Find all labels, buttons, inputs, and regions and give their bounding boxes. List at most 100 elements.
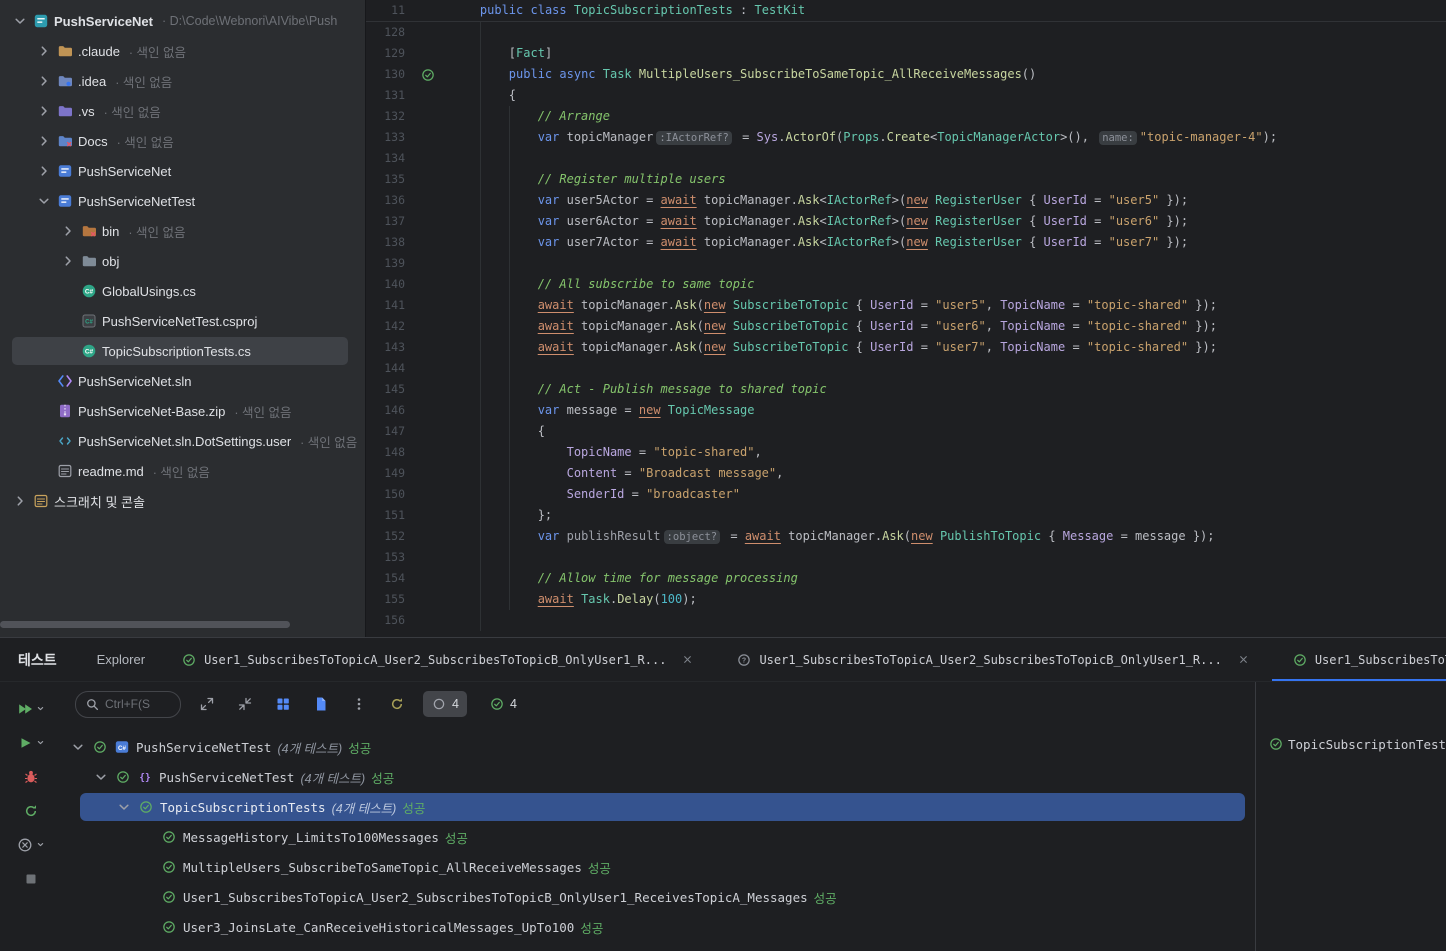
gutter [405, 85, 451, 106]
run-controls [0, 682, 62, 951]
debug-icon [23, 769, 39, 785]
code-line[interactable]: 155 await Task.Delay(100); [366, 589, 1446, 610]
test-name: PushServiceNetTest [159, 770, 294, 785]
project-tree-item[interactable]: 스크래치 및 콘솔 [0, 486, 365, 516]
project-tree-item[interactable]: PushServiceNet· D:\Code\Webnori\AIVibe\P… [0, 6, 365, 36]
test-tree-row[interactable]: User1_SubscribesToTopicA_User2_Subscribe… [62, 882, 1255, 912]
project-tree-item[interactable]: C#GlobalUsings.cs [0, 276, 365, 306]
test-search-box[interactable] [75, 691, 181, 718]
test-tree-row[interactable]: C#PushServiceNetTest(4개 테스트)성공 [62, 732, 1255, 762]
test-session-tab[interactable]: User1_SubscribesToTopicA_User2_Subscribe… [175, 638, 700, 682]
code-line[interactable]: 141 await topicManager.Ask(new Subscribe… [366, 295, 1446, 316]
project-tree-item[interactable]: .idea· 색인 없음 [0, 66, 365, 96]
project-tree-item[interactable]: C#TopicSubscriptionTests.cs [0, 336, 365, 366]
group-by-button[interactable] [271, 692, 295, 716]
code-line[interactable]: 131 { [366, 85, 1446, 106]
gutter [405, 547, 451, 568]
project-panel: PushServiceNet· D:\Code\Webnori\AIVibe\P… [0, 0, 366, 637]
code-line[interactable]: 156 [366, 610, 1446, 631]
project-tree-item[interactable]: PushServiceNet [0, 156, 365, 186]
code-line[interactable]: 142 await topicManager.Ask(new Subscribe… [366, 316, 1446, 337]
cancel-button[interactable] [17, 832, 45, 857]
collapse-all-button[interactable] [233, 692, 257, 716]
chevron-right-icon [36, 133, 52, 149]
project-tree-item[interactable]: C#PushServiceNetTest.csproj [0, 306, 365, 336]
code-line[interactable]: 144 [366, 358, 1446, 379]
close-tab-icon[interactable] [1237, 653, 1250, 666]
code-line[interactable]: 129 [Fact] [366, 43, 1446, 64]
code-line[interactable]: 154 // Allow time for message processing [366, 568, 1446, 589]
code-line[interactable]: 128 [366, 22, 1446, 43]
project-tree-item[interactable]: PushServiceNet.sln.DotSettings.user· 색인 … [0, 426, 365, 456]
project-tree-item[interactable]: readme.md· 색인 없음 [0, 456, 365, 486]
project-tree-item[interactable]: PushServiceNetTest [0, 186, 365, 216]
code-line[interactable]: 133 var topicManager:IActorRef? = Sys.Ac… [366, 127, 1446, 148]
auto-rerun-button[interactable] [385, 692, 409, 716]
project-tree-item[interactable]: PushServiceNet.sln [0, 366, 365, 396]
code-line[interactable]: 147 { [366, 421, 1446, 442]
test-tree-row[interactable]: MessageHistory_LimitsTo100Messages성공 [62, 822, 1255, 852]
run-all-button[interactable] [17, 696, 45, 721]
tab-explorer[interactable]: Explorer [97, 652, 145, 667]
code-text: }; [451, 505, 1446, 526]
code-line[interactable]: 136 var user5Actor = await topicManager.… [366, 190, 1446, 211]
stop-button[interactable] [23, 866, 39, 891]
close-tab-icon[interactable] [681, 653, 694, 666]
test-tree-row[interactable]: TopicSubscriptionTests(4개 테스트)성공 [62, 792, 1255, 822]
test-session-tab[interactable]: User1_SubscribesToTopicA_Use... [1286, 638, 1446, 682]
code-line[interactable]: 132 // Arrange [366, 106, 1446, 127]
filter-passed-chip[interactable]: 4 [481, 691, 525, 717]
project-tree-item[interactable]: .claude· 색인 없음 [0, 36, 365, 66]
more-options-button[interactable] [347, 692, 371, 716]
project-tree-item[interactable]: .vs· 색인 없음 [0, 96, 365, 126]
gutter [405, 442, 451, 463]
line-number: 150 [366, 484, 405, 505]
code-line[interactable]: 143 await topicManager.Ask(new Subscribe… [366, 337, 1446, 358]
filter-total-chip[interactable]: 4 [423, 691, 467, 717]
code-line[interactable]: 130 public async Task MultipleUsers_Subs… [366, 64, 1446, 85]
code-line[interactable]: 138 var user7Actor = await topicManager.… [366, 232, 1446, 253]
item-label: bin [102, 224, 119, 239]
folder-docs-icon [57, 133, 73, 149]
code-line[interactable]: 153 [366, 547, 1446, 568]
debug-button[interactable] [23, 764, 39, 789]
tab-label: User1_SubscribesToTopicA_User2_Subscribe… [759, 653, 1221, 667]
project-tree-item[interactable]: PushServiceNet-Base.zip· 색인 없음 [0, 396, 365, 426]
code-line[interactable]: 137 var user6Actor = await topicManager.… [366, 211, 1446, 232]
run-button[interactable] [17, 730, 45, 755]
code-line[interactable]: 152 var publishResult:object? = await to… [366, 526, 1446, 547]
project-cs-icon: C# [114, 739, 130, 755]
code-line[interactable]: 11 public class TopicSubscriptionTests :… [366, 0, 1446, 21]
export-button[interactable] [309, 692, 333, 716]
test-session-tab[interactable]: ?User1_SubscribesToTopicA_User2_Subscrib… [730, 638, 1255, 682]
code-line[interactable]: 150 SenderId = "broadcaster" [366, 484, 1446, 505]
code-line[interactable]: 145 // Act - Publish message to shared t… [366, 379, 1446, 400]
code-line[interactable]: 151 }; [366, 505, 1446, 526]
gutter [405, 127, 451, 148]
horizontal-scrollbar-thumb[interactable] [0, 621, 290, 628]
code-line[interactable]: 139 [366, 253, 1446, 274]
test-tree-row[interactable]: User3_JoinsLate_CanReceiveHistoricalMess… [62, 912, 1255, 942]
test-tree-row[interactable]: {}PushServiceNetTest(4개 테스트)성공 [62, 762, 1255, 792]
rerun-button[interactable] [23, 798, 39, 823]
code-line[interactable]: 148 TopicName = "topic-shared", [366, 442, 1446, 463]
project-tree-item[interactable]: Docs· 색인 없음 [0, 126, 365, 156]
total-ring-icon [431, 696, 447, 712]
chevron-right-icon [12, 493, 28, 509]
item-label: PushServiceNet-Base.zip [78, 404, 225, 419]
line-number: 144 [366, 358, 405, 379]
test-tree-row[interactable]: MultipleUsers_SubscribeToSameTopic_AllRe… [62, 852, 1255, 882]
project-tree-item[interactable]: obj [0, 246, 365, 276]
code-line[interactable]: 146 var message = new TopicMessage [366, 400, 1446, 421]
code-line[interactable]: 135 // Register multiple users [366, 169, 1446, 190]
code-text [451, 148, 1446, 169]
code-line[interactable]: 134 [366, 148, 1446, 169]
test-main: 4 4 C#PushServiceNetTest(4개 테스트)성공{}Push… [62, 682, 1255, 951]
expand-all-button[interactable] [195, 692, 219, 716]
passed-icon [115, 769, 131, 785]
project-tree-item[interactable]: bin· 색인 없음 [0, 216, 365, 246]
code-line[interactable]: 140 // All subscribe to same topic [366, 274, 1446, 295]
code-line[interactable]: 149 Content = "Broadcast message", [366, 463, 1446, 484]
code-text: var topicManager:IActorRef? = Sys.ActorO… [451, 127, 1446, 148]
search-input[interactable] [105, 697, 172, 711]
